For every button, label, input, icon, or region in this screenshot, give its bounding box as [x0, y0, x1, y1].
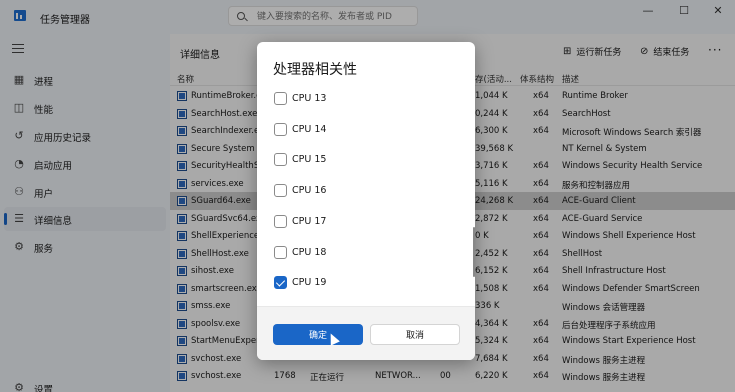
cpu-item[interactable]: CPU 13	[274, 91, 414, 107]
cpu-label: CPU 17	[292, 215, 327, 227]
cpu-label: CPU 16	[292, 185, 327, 197]
cpu-list: CPU 13 CPU 14 CPU 15 CPU 16 CPU 17 CPU 18 CPU …	[257, 79, 475, 299]
cpu-label: CPU 18	[292, 246, 327, 258]
cpu-checkbox[interactable]	[274, 122, 287, 136]
cpu-item[interactable]: CPU 16	[274, 183, 414, 199]
cancel-button[interactable]: 取消	[370, 324, 460, 345]
cpu-checkbox[interactable]	[274, 184, 287, 198]
dialog-scrollbar[interactable]	[473, 227, 475, 277]
cpu-item[interactable]: CPU 15	[274, 152, 414, 168]
cpu-checkbox[interactable]	[274, 153, 287, 167]
cpu-checkbox[interactable]	[274, 276, 287, 290]
cpu-checkbox[interactable]	[274, 214, 287, 228]
dialog-footer: 确定 取消	[257, 306, 475, 360]
dialog-title: 处理器相关性	[273, 62, 357, 78]
cpu-item[interactable]: CPU 18	[274, 245, 414, 261]
cpu-checkbox[interactable]	[274, 245, 287, 259]
cpu-label: CPU 14	[292, 123, 327, 135]
processor-affinity-dialog: 处理器相关性 CPU 13 CPU 14 CPU 15 CPU 16 CPU 17 CPU…	[257, 42, 475, 360]
cpu-item[interactable]: CPU 17	[274, 214, 414, 230]
cpu-checkbox[interactable]	[274, 92, 287, 105]
cpu-label: CPU 19	[292, 277, 327, 289]
cpu-label: CPU 15	[292, 154, 327, 166]
cpu-label: CPU 13	[292, 93, 327, 104]
cpu-item[interactable]: CPU 19	[274, 275, 414, 291]
ok-button[interactable]: 确定	[273, 324, 363, 345]
cpu-item[interactable]: CPU 14	[274, 122, 414, 138]
